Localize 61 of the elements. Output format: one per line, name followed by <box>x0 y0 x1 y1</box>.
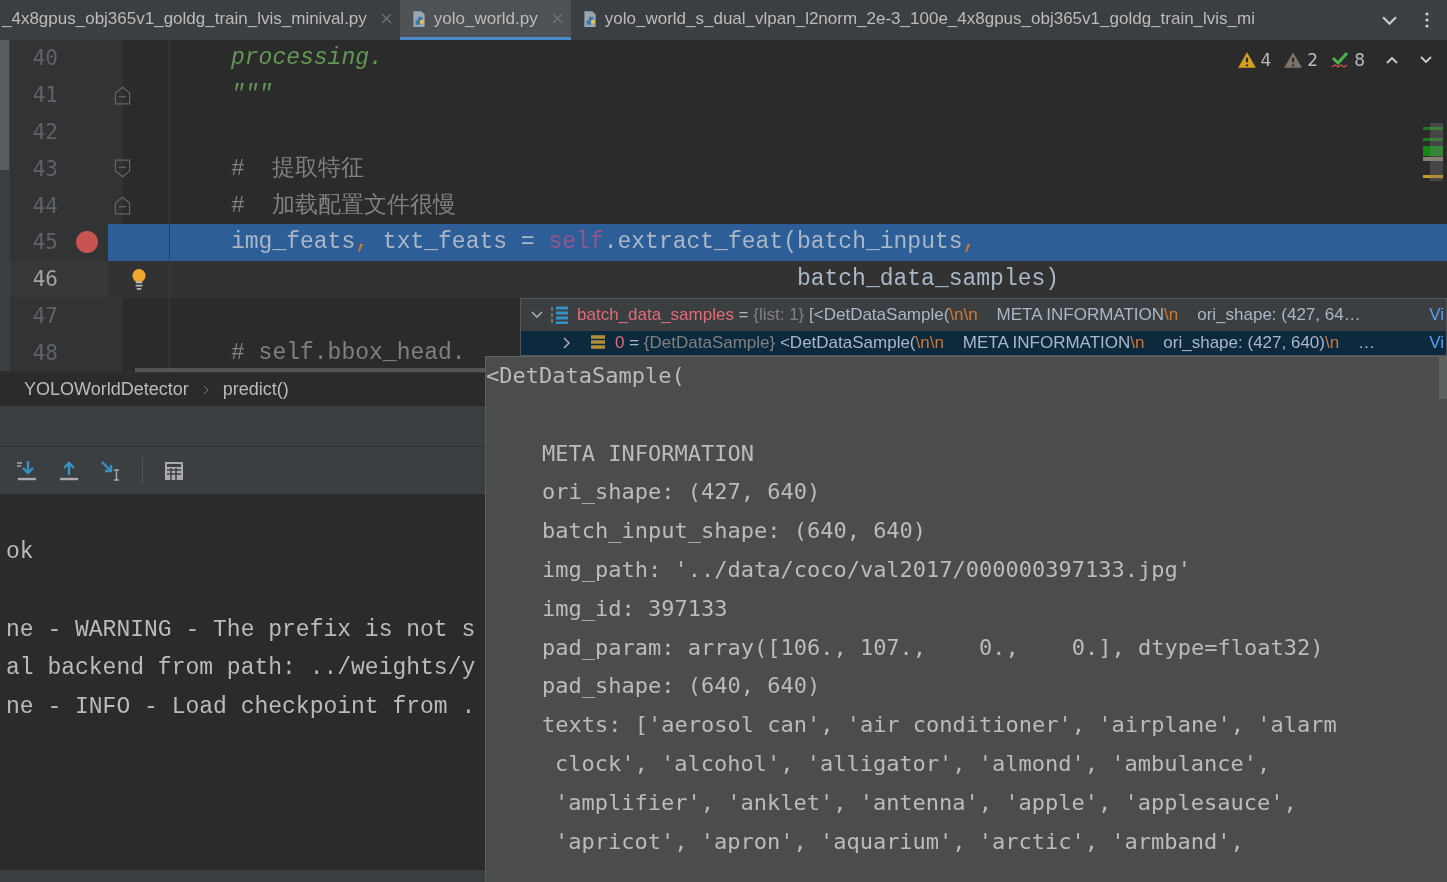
value-text-line: clock', 'alcohol', 'alligator', 'almond', 'ambulance', <box>555 749 1271 778</box>
value-text-line: batch_input_shape: (640, 640) <box>542 517 927 546</box>
breadcrumb-item[interactable]: predict() <box>222 379 289 400</box>
scrollbar-thumb[interactable] <box>0 40 9 170</box>
value-text-line: META INFORMATION <box>542 439 754 468</box>
chevron-down-icon[interactable] <box>531 309 543 321</box>
breadcrumb-item[interactable]: YOLOWorldDetector <box>24 379 189 400</box>
horizontal-scrollbar[interactable] <box>135 368 485 372</box>
list-icon <box>551 306 569 324</box>
more-icon[interactable] <box>1425 12 1429 28</box>
warning-icon[interactable] <box>1236 51 1257 69</box>
calculator-icon[interactable] <box>163 459 185 482</box>
lightbulb-icon[interactable] <box>131 268 147 291</box>
next-highlight-icon[interactable] <box>1419 55 1433 65</box>
value-text-line: <DetDataSample( <box>486 362 685 390</box>
code-line: """ <box>231 82 273 109</box>
file-tab[interactable]: _4x8gpus_obj365v1_goldg_train_lvis_minival.py <box>0 0 400 40</box>
fold-icon[interactable] <box>114 196 131 216</box>
inspection-count: 8 <box>1354 50 1365 70</box>
inspection-count: 2 <box>1307 50 1319 70</box>
error-stripe-drawing <box>1423 123 1445 183</box>
variable-row[interactable]: batch_data_samples = {list: 1} [<DetDataSample(\n\n META INFORMATION\n ori_shape: (427, 64… Vi <box>521 299 1446 331</box>
object-icon <box>589 334 607 352</box>
file-tab[interactable]: yolo_world_s_dual_vlpan_l2norm_2e-3_100e_4x8gpus_obj365v1_goldg_train_lvis_mi <box>570 0 1263 40</box>
console-line: al backend from path: ../weights/y <box>5 654 476 683</box>
code-line: # self.bbox_head. <box>231 339 466 366</box>
line-number: 46 <box>31 267 58 292</box>
value-text-line: pad_param: array([106., 107., 0., 0.], dtype=float32) <box>542 633 1324 662</box>
view-link[interactable]: Vi <box>1429 305 1446 325</box>
upload-icon[interactable] <box>58 459 80 482</box>
download-icon[interactable] <box>16 459 38 482</box>
variable-row[interactable]: 0 = {DetDataSample} <DetDataSample(\n\n META INFORMATION\n ori_shape: (427, 640)\n … Vi <box>521 331 1446 355</box>
code-line: # 加载配置文件很慢 <box>231 192 457 219</box>
view-link[interactable]: Vi <box>1429 333 1446 353</box>
code-line: batch_data_samples) <box>795 266 1060 293</box>
typo-check-icon[interactable] <box>1330 51 1351 69</box>
file-tab[interactable]: yolo_world.py <box>399 0 571 40</box>
chevron-right-icon[interactable] <box>561 337 573 349</box>
value-text-line: img_id: 397133 <box>542 594 728 623</box>
value-text-line: texts: ['aerosol can', 'air conditioner', 'airplane', 'alarm <box>542 711 1337 740</box>
console-line: ne - INFO - Load checkpoint from . <box>5 692 476 722</box>
console-line: ne - WARNING - The prefix is not s <box>5 615 476 645</box>
value-text-line: pad_shape: (640, 640) <box>542 672 821 701</box>
previous-highlight-icon[interactable] <box>1385 55 1399 65</box>
chevron-right-icon <box>202 384 209 395</box>
value-text-line: ori_shape: (427, 640) <box>542 478 821 507</box>
chevron-down-icon[interactable] <box>1382 14 1397 26</box>
code-line: # 提取特征 <box>231 155 365 182</box>
close-icon[interactable] <box>380 13 392 24</box>
breakpoint-icon[interactable] <box>76 231 98 254</box>
value-text-line: img_path: '../data/coco/val2017/000000397133.jpg' <box>542 556 1191 584</box>
inspection-count: 4 <box>1260 50 1272 70</box>
code-line: processing. <box>231 45 383 72</box>
fold-icon[interactable] <box>114 159 131 179</box>
fold-icon[interactable] <box>114 85 131 105</box>
code-line: img_feats, txt_feats = self.extract_feat(batch_inputs, <box>231 229 977 256</box>
step-into-cursor-icon[interactable] <box>100 459 122 482</box>
value-text-line: 'amplifier', 'anklet', 'antenna', 'apple', 'applesauce', <box>555 788 1297 817</box>
warning-icon[interactable] <box>1283 51 1304 69</box>
console-line: ok <box>5 538 34 567</box>
value-text-line: 'apricot', 'apron', 'aquarium', 'arctic', 'armband', <box>555 827 1244 856</box>
